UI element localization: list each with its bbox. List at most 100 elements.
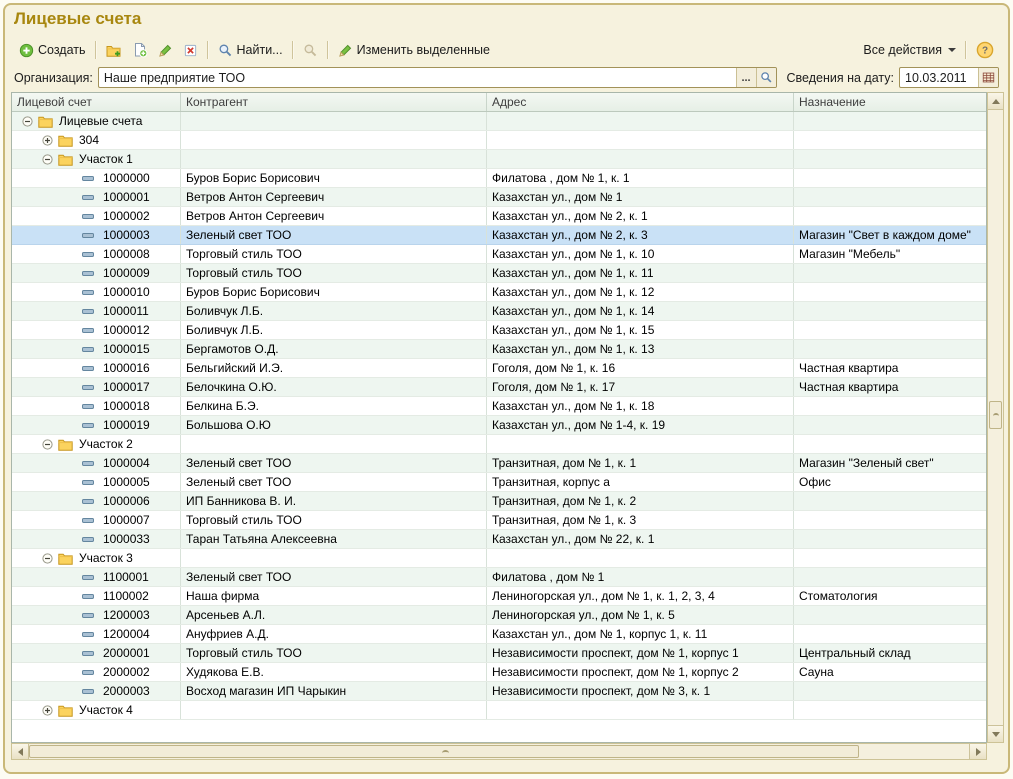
contragent-cell: Ануфриев А.Д. (181, 625, 487, 643)
table-row[interactable]: 1000003Зеленый свет ТООКазахстан ул., до… (12, 226, 986, 245)
address-cell: Казахстан ул., дом № 2, к. 1 (487, 207, 794, 225)
account-cell: 2000002 (12, 663, 181, 681)
table-row[interactable]: 1000000Буров Борис БорисовичФилатова , д… (12, 169, 986, 188)
account-icon (82, 536, 94, 543)
date-value[interactable]: 10.03.2011 (900, 68, 978, 87)
account-cell: 1100001 (12, 568, 181, 586)
column-header-purpose[interactable]: Назначение (794, 93, 986, 111)
purpose-cell: Центральный склад (794, 644, 986, 662)
horizontal-scrollbar[interactable] (11, 743, 987, 760)
tree-group-row[interactable]: Лицевые счета (12, 112, 986, 131)
collapse-icon[interactable] (42, 154, 53, 165)
address-cell: Казахстан ул., дом № 1, к. 10 (487, 245, 794, 263)
date-calendar-button[interactable] (978, 68, 998, 87)
collapse-icon[interactable] (42, 553, 53, 564)
organization-lookup-button[interactable]: ... (736, 68, 756, 87)
delete-button[interactable] (178, 39, 203, 61)
expand-icon[interactable] (42, 135, 53, 146)
table-row[interactable]: 1000033Таран Татьяна АлексеевнаКазахстан… (12, 530, 986, 549)
address-cell: Лениногорская ул., дом № 1, к. 1, 2, 3, … (487, 587, 794, 605)
table-row[interactable]: 2000002Худякова Е.В.Независимости проспе… (12, 663, 986, 682)
table-row[interactable]: 1000015Бергамотов О.Д.Казахстан ул., дом… (12, 340, 986, 359)
account-cell: 1000004 (12, 454, 181, 472)
edit-selected-button[interactable]: Изменить выделенные (333, 39, 495, 61)
account-cell: 304 (12, 131, 181, 149)
scroll-up-button[interactable] (988, 93, 1003, 110)
table-row[interactable]: 1000019Большова О.ЮКазахстан ул., дом № … (12, 416, 986, 435)
tree-group-row[interactable]: 304 (12, 131, 986, 150)
address-cell (487, 112, 794, 130)
table-row[interactable]: 1000018Белкина Б.Э.Казахстан ул., дом № … (12, 397, 986, 416)
table-row[interactable]: 1000012Боливчук Л.Б.Казахстан ул., дом №… (12, 321, 986, 340)
tree-group-row[interactable]: Участок 1 (12, 150, 986, 169)
table-row[interactable]: 1000002Ветров Антон СергеевичКазахстан у… (12, 207, 986, 226)
table-row[interactable]: 1100002Наша фирмаЛениногорская ул., дом … (12, 587, 986, 606)
magnifier-disabled-icon (303, 43, 318, 58)
table-row[interactable]: 1000008Торговый стиль ТООКазахстан ул., … (12, 245, 986, 264)
address-cell: Транзитная, корпус а (487, 473, 794, 491)
edit-selected-label: Изменить выделенные (357, 43, 490, 57)
clear-search-button[interactable] (298, 39, 323, 61)
add-group-button[interactable] (101, 39, 127, 61)
table-row[interactable]: 1000005Зеленый свет ТООТранзитная, корпу… (12, 473, 986, 492)
collapse-icon[interactable] (42, 439, 53, 450)
contragent-cell: Бельгийский И.Э. (181, 359, 487, 377)
contragent-cell: Наша фирма (181, 587, 487, 605)
organization-value[interactable]: Наше предприятие ТОО (99, 68, 736, 87)
scroll-right-button[interactable] (969, 744, 986, 759)
organization-search-button[interactable] (756, 68, 776, 87)
organization-field[interactable]: Наше предприятие ТОО ... (98, 67, 777, 88)
help-glyph: ? (982, 46, 988, 57)
help-button[interactable]: ? (971, 39, 999, 61)
expand-icon[interactable] (42, 705, 53, 716)
group-label: Участок 2 (79, 437, 133, 451)
copy-document-icon (132, 42, 148, 58)
scroll-left-button[interactable] (12, 744, 29, 759)
table-row[interactable]: 1000001Ветров Антон СергеевичКазахстан у… (12, 188, 986, 207)
contragent-cell (181, 701, 487, 719)
table-row[interactable]: 1000007Торговый стиль ТООТранзитная, дом… (12, 511, 986, 530)
account-icon (82, 517, 94, 524)
vertical-scrollbar[interactable] (987, 92, 1004, 743)
address-cell: Казахстан ул., дом № 1, к. 18 (487, 397, 794, 415)
table-row[interactable]: 2000001Торговый стиль ТООНезависимости п… (12, 644, 986, 663)
table-row[interactable]: 1200004Ануфриев А.Д.Казахстан ул., дом №… (12, 625, 986, 644)
account-cell: 1100002 (12, 587, 181, 605)
table-row[interactable]: 1000009Торговый стиль ТООКазахстан ул., … (12, 264, 986, 283)
account-cell: 1000033 (12, 530, 181, 548)
account-icon (82, 232, 94, 239)
tree-group-row[interactable]: Участок 4 (12, 701, 986, 720)
table-row[interactable]: 1000006ИП Банникова В. И.Транзитная, дом… (12, 492, 986, 511)
account-icon (82, 289, 94, 296)
table-row[interactable]: 1000017Белочкина О.Ю.Гоголя, дом № 1, к.… (12, 378, 986, 397)
all-actions-button[interactable]: Все действия (858, 39, 961, 61)
table-row[interactable]: 1200003Арсеньев А.Л.Лениногорская ул., д… (12, 606, 986, 625)
scroll-down-button[interactable] (988, 725, 1003, 742)
address-cell: Казахстан ул., дом № 1 (487, 188, 794, 206)
account-icon (82, 365, 94, 372)
date-field[interactable]: 10.03.2011 (899, 67, 999, 88)
find-button[interactable]: Найти... (213, 39, 288, 61)
table-row[interactable]: 1100001Зеленый свет ТООФилатова , дом № … (12, 568, 986, 587)
copy-button[interactable] (127, 39, 153, 61)
find-button-label: Найти... (237, 43, 283, 57)
purpose-cell (794, 112, 986, 130)
address-cell: Казахстан ул., дом № 1-4, к. 19 (487, 416, 794, 434)
account-number: 1000001 (103, 190, 150, 204)
table-row[interactable]: 2000003Восход магазин ИП ЧарыкинНезависи… (12, 682, 986, 701)
horizontal-scroll-thumb[interactable] (29, 745, 859, 758)
folder-icon (38, 115, 53, 128)
vertical-scroll-thumb[interactable] (989, 401, 1002, 429)
column-header-contragent[interactable]: Контрагент (181, 93, 487, 111)
column-header-address[interactable]: Адрес (487, 93, 794, 111)
edit-button[interactable] (153, 39, 178, 61)
create-button[interactable]: Создать (14, 39, 91, 61)
table-row[interactable]: 1000004Зеленый свет ТООТранзитная, дом №… (12, 454, 986, 473)
table-row[interactable]: 1000016Бельгийский И.Э.Гоголя, дом № 1, … (12, 359, 986, 378)
column-header-account[interactable]: Лицевой счет (12, 93, 181, 111)
tree-group-row[interactable]: Участок 3 (12, 549, 986, 568)
collapse-icon[interactable] (22, 116, 33, 127)
tree-group-row[interactable]: Участок 2 (12, 435, 986, 454)
table-row[interactable]: 1000011Боливчук Л.Б.Казахстан ул., дом №… (12, 302, 986, 321)
table-row[interactable]: 1000010Буров Борис БорисовичКазахстан ул… (12, 283, 986, 302)
